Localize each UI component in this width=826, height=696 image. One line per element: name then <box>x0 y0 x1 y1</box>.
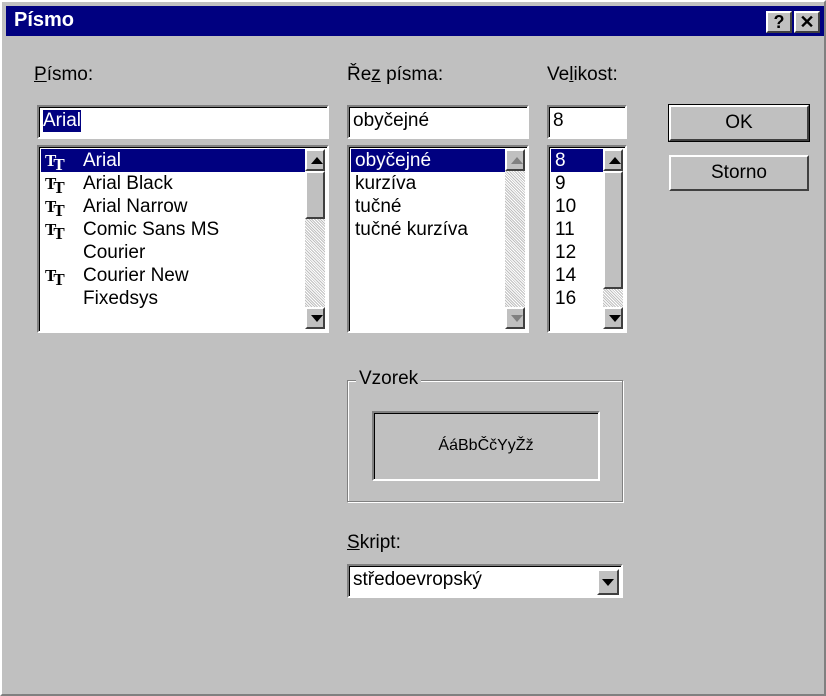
size-label: Velikost: <box>547 64 618 85</box>
list-item[interactable]: TT Courier New <box>41 264 305 289</box>
scroll-up-button[interactable] <box>305 149 325 171</box>
list-item-label: Fixedsys <box>83 288 158 309</box>
close-button[interactable]: ✕ <box>794 11 820 33</box>
style-label: Řez písma: <box>347 64 444 85</box>
sample-group: Vzorek ÁáBbČčYyŽž <box>347 368 623 502</box>
scroll-thumb[interactable] <box>305 171 325 219</box>
list-item[interactable]: 16 <box>551 287 603 310</box>
truetype-icon: TT <box>45 197 65 220</box>
font-label: Písmo: <box>34 64 94 85</box>
list-item-label: 8 <box>555 150 566 171</box>
list-item[interactable]: 8 <box>551 149 603 172</box>
arrow-up-icon <box>609 157 621 164</box>
list-item[interactable]: TT Arial Black <box>41 172 305 197</box>
list-item-label: 9 <box>555 173 566 194</box>
style-input-value: obyčejné <box>353 110 430 131</box>
list-item[interactable]: 11 <box>551 218 603 241</box>
scroll-thumb[interactable] <box>603 171 623 289</box>
close-icon: ✕ <box>799 12 815 32</box>
font-list[interactable]: TT Arial TT Arial Black TT Arial Narrow TT Comi… <box>37 145 329 333</box>
scroll-down-button[interactable] <box>305 307 325 329</box>
list-item-label: 12 <box>555 242 577 263</box>
list-item-label: Comic Sans MS <box>83 219 220 240</box>
list-item-label: obyčejné <box>355 150 432 171</box>
arrow-down-icon <box>311 315 323 322</box>
script-select-value: středoevropský <box>353 569 482 590</box>
list-item-label: Courier <box>83 242 146 263</box>
scroll-down-button[interactable] <box>603 307 623 329</box>
list-item[interactable]: 14 <box>551 264 603 287</box>
list-item-label: Arial Narrow <box>83 196 188 217</box>
list-item[interactable]: Fixedsys <box>41 287 305 310</box>
arrow-up-icon <box>311 157 323 164</box>
style-input[interactable]: obyčejné <box>347 105 529 139</box>
font-dialog: Písmo ? ✕ Písmo: Arial TT Arial TT Arial Bl… <box>0 0 826 696</box>
size-input-value: 8 <box>553 110 564 131</box>
sample-preview: ÁáBbČčYyŽž <box>372 411 600 481</box>
scroll-down-button[interactable] <box>505 307 525 329</box>
size-list-scrollbar[interactable] <box>603 149 623 329</box>
font-list-scrollbar[interactable] <box>305 149 325 329</box>
style-list-scrollbar[interactable] <box>505 149 525 329</box>
list-item[interactable]: tučné <box>351 195 505 218</box>
truetype-icon: TT <box>45 266 65 289</box>
size-input[interactable]: 8 <box>547 105 627 139</box>
list-item[interactable]: 10 <box>551 195 603 218</box>
list-item-label: tučné <box>355 196 402 217</box>
list-item-label: 10 <box>555 196 577 217</box>
title-bar[interactable]: Písmo ? ✕ <box>6 6 824 36</box>
list-item-label: Arial <box>83 150 122 171</box>
scroll-up-button[interactable] <box>505 149 525 171</box>
list-item-label: Courier New <box>83 265 189 286</box>
help-icon: ? <box>773 12 785 32</box>
list-item-label: tučné kurzíva <box>355 219 468 240</box>
list-item[interactable]: TT Arial <box>41 149 305 174</box>
list-item-label: kurzíva <box>355 173 417 194</box>
list-item[interactable]: TT Arial Narrow <box>41 195 305 220</box>
truetype-icon: TT <box>45 174 65 197</box>
scroll-up-button[interactable] <box>603 149 623 171</box>
chevron-down-icon <box>602 579 614 586</box>
style-list[interactable]: obyčejné kurzíva tučné tučné kurzíva <box>347 145 529 333</box>
arrow-down-icon <box>511 315 523 322</box>
ok-button[interactable]: OK <box>668 104 810 142</box>
list-item[interactable]: Courier <box>41 241 305 264</box>
size-list-items: 8 9 10 11 12 14 16 <box>551 149 603 329</box>
cancel-button[interactable]: Storno <box>669 155 809 191</box>
sample-title: Vzorek <box>356 368 422 390</box>
list-item[interactable]: obyčejné <box>351 149 505 172</box>
truetype-icon: TT <box>45 151 65 174</box>
dropdown-button[interactable] <box>597 569 619 595</box>
list-item-label: 11 <box>555 219 575 240</box>
arrow-up-icon <box>511 157 523 164</box>
list-item-label: 14 <box>555 265 577 286</box>
script-select[interactable]: středoevropský <box>347 564 623 598</box>
list-item[interactable]: TT Comic Sans MS <box>41 218 305 243</box>
truetype-icon: TT <box>45 220 65 243</box>
window-title: Písmo <box>14 9 75 31</box>
list-item[interactable]: 12 <box>551 241 603 264</box>
list-item-label: 16 <box>555 288 577 309</box>
list-item[interactable]: kurzíva <box>351 172 505 195</box>
arrow-down-icon <box>609 315 621 322</box>
font-input-value: Arial <box>43 110 82 132</box>
size-list[interactable]: 8 9 10 11 12 14 16 <box>547 145 627 333</box>
font-input[interactable]: Arial <box>37 105 329 139</box>
help-button[interactable]: ? <box>766 11 792 33</box>
font-list-items: TT Arial TT Arial Black TT Arial Narrow TT Comi… <box>41 149 305 329</box>
script-label: Skript: <box>347 532 401 553</box>
list-item[interactable]: tučné kurzíva <box>351 218 505 241</box>
style-list-items: obyčejné kurzíva tučné tučné kurzíva <box>351 149 505 329</box>
list-item-label: Arial Black <box>83 173 173 194</box>
list-item[interactable]: 9 <box>551 172 603 195</box>
